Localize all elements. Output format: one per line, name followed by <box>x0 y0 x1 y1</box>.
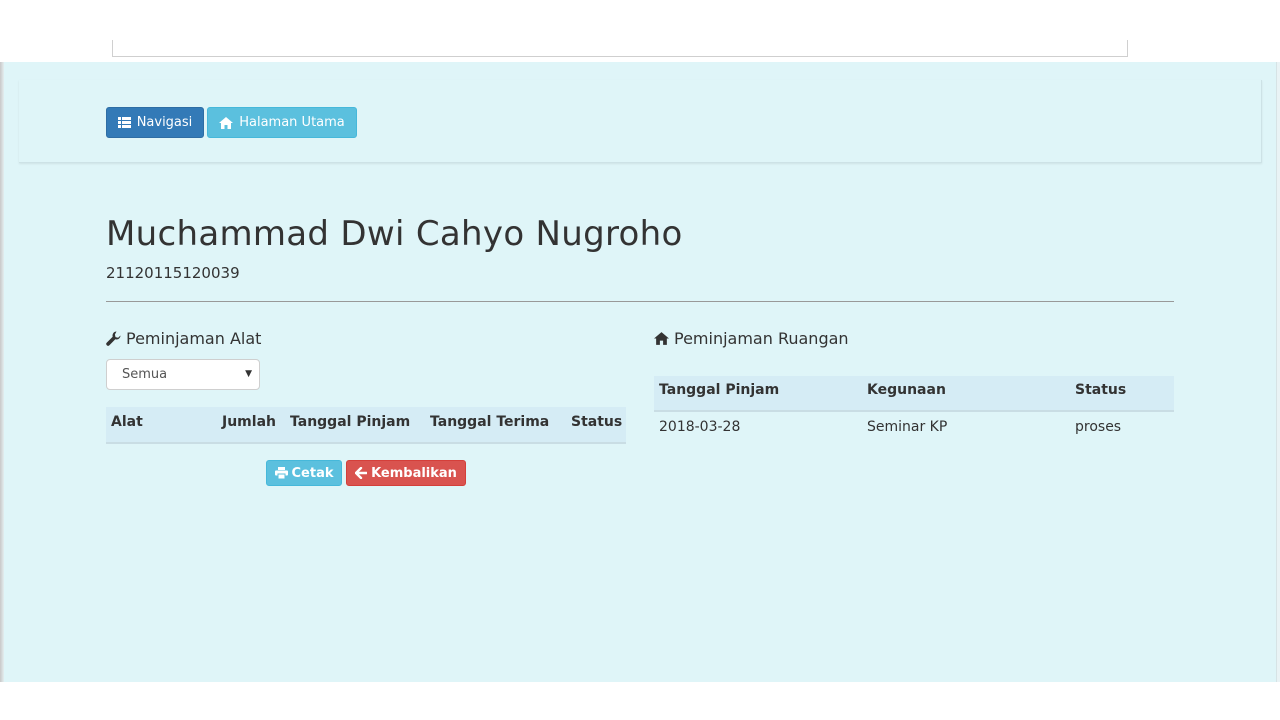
ruangan-col-status: Status <box>1075 382 1127 398</box>
halaman-utama-button[interactable]: Halaman Utama <box>207 107 357 138</box>
ruangan-col-kegunaan: Kegunaan <box>867 382 946 398</box>
alat-col-tanggal-pinjam: Tanggal Pinjam <box>290 414 411 430</box>
ruangan-table-header: Tanggal Pinjam Kegunaan Status <box>654 376 1174 412</box>
navbar <box>19 80 1262 163</box>
arrow-left-icon <box>355 467 368 479</box>
alat-col-status: Status <box>571 414 623 430</box>
kembalikan-label: Kembalikan <box>371 465 457 481</box>
peminjaman-ruangan-label: Peminjaman Ruangan <box>674 329 849 348</box>
alat-col-alat: Alat <box>111 414 143 430</box>
home-icon <box>654 332 669 345</box>
divider <box>106 301 1174 302</box>
peminjaman-alat-label: Peminjaman Alat <box>126 329 262 348</box>
caret-down-icon: ▼ <box>245 369 252 379</box>
table-row: 2018-03-28 Seminar KP proses <box>654 412 1174 444</box>
list-icon <box>117 117 131 128</box>
ruangan-cell-tanggal: 2018-03-28 <box>659 419 741 435</box>
cetak-button[interactable]: Cetak <box>266 460 342 486</box>
ruangan-col-tanggal-pinjam: Tanggal Pinjam <box>659 382 780 398</box>
top-frame-edge <box>112 40 1128 57</box>
ruangan-cell-status: proses <box>1075 419 1122 435</box>
navigasi-label: Navigasi <box>136 115 193 130</box>
kembalikan-button[interactable]: Kembalikan <box>346 460 466 486</box>
student-name: Muchammad Dwi Cahyo Nugroho <box>106 214 683 254</box>
wrench-icon <box>106 331 121 346</box>
alat-table-header: Alat Jumlah Tanggal Pinjam Tanggal Terim… <box>106 407 626 444</box>
cetak-label: Cetak <box>291 465 334 481</box>
status-filter-select[interactable]: Semua ▼ <box>106 359 260 390</box>
bottom-area <box>0 682 1280 720</box>
peminjaman-ruangan-title: Peminjaman Ruangan <box>654 329 849 348</box>
status-filter-value: Semua <box>122 367 168 382</box>
print-icon <box>274 467 288 479</box>
alat-col-tanggal-terima: Tanggal Terima <box>430 414 550 430</box>
ruangan-cell-kegunaan: Seminar KP <box>867 419 948 435</box>
navigasi-button[interactable]: Navigasi <box>106 107 204 138</box>
home-icon <box>219 116 234 129</box>
peminjaman-alat-title: Peminjaman Alat <box>106 329 261 348</box>
alat-col-jumlah: Jumlah <box>222 414 276 430</box>
halaman-utama-label: Halaman Utama <box>239 115 345 130</box>
left-frame-edge <box>0 62 4 682</box>
student-nim: 21120115120039 <box>106 264 240 282</box>
right-frame-edge <box>1276 62 1280 682</box>
